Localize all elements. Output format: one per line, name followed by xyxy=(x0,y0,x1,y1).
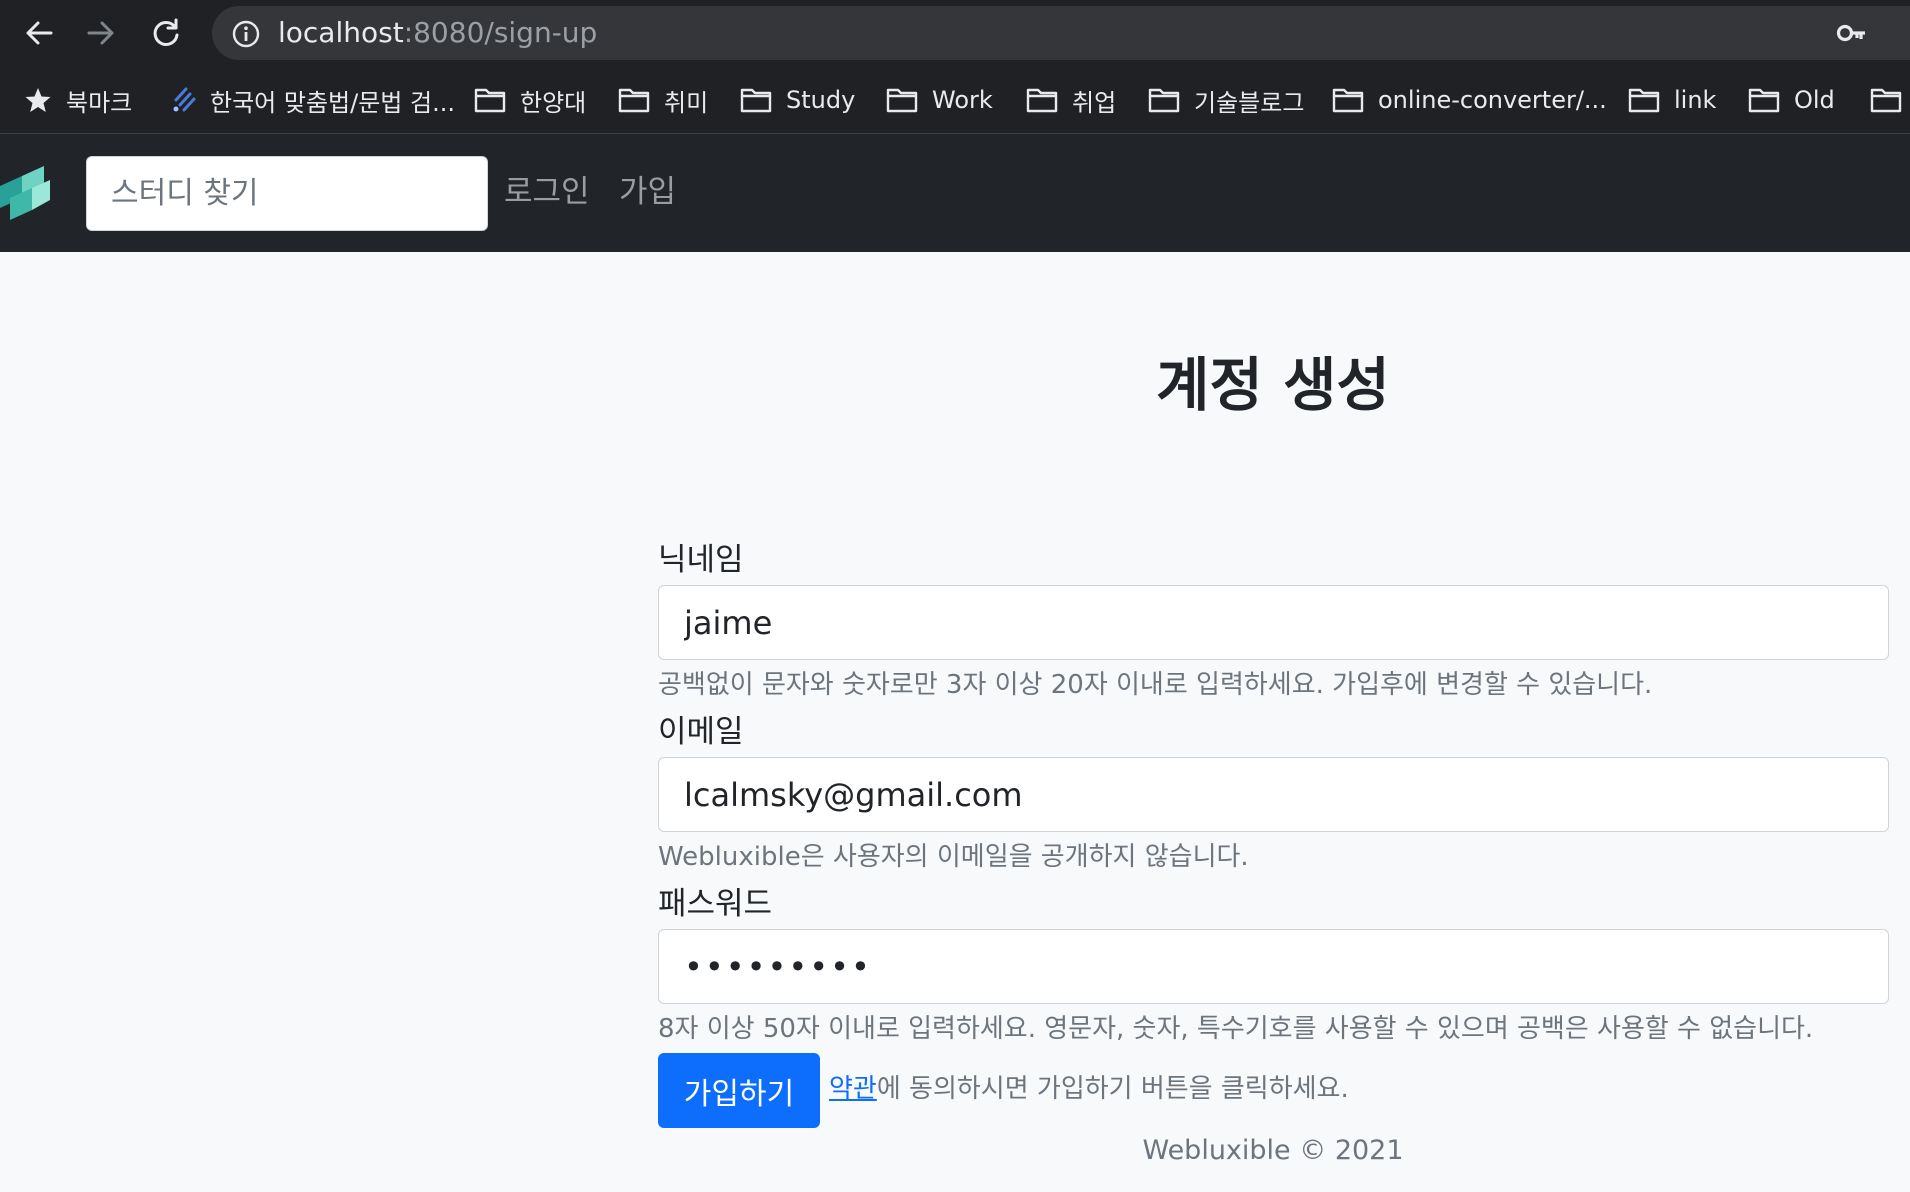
bookmark-folder[interactable]: 한양대 xyxy=(474,66,586,134)
reload-button[interactable] xyxy=(145,14,187,52)
folder-icon xyxy=(1748,87,1780,113)
password-label: 패스워드 xyxy=(658,886,773,922)
nickname-help: 공백없이 문자와 숫자로만 3자 이상 20자 이내로 입력하세요. 가입후에 … xyxy=(658,670,1653,700)
webluxible-logo-icon[interactable] xyxy=(0,164,52,224)
nickname-label: 닉네임 xyxy=(658,542,744,578)
back-button[interactable] xyxy=(18,14,60,52)
bookmark-folder[interactable]: Study xyxy=(740,66,855,134)
forward-button[interactable] xyxy=(80,14,122,52)
info-icon[interactable] xyxy=(232,20,260,48)
terms-notice: 약관에 동의하시면 가입하기 버튼을 클릭하세요. xyxy=(829,1072,1349,1106)
reload-icon xyxy=(153,18,179,46)
nickname-field[interactable] xyxy=(658,585,1889,660)
folder-icon xyxy=(886,87,918,113)
bookmark-folder[interactable]: online-converter/... xyxy=(1332,66,1607,134)
url-text[interactable]: localhost:8080/sign-up xyxy=(278,15,597,51)
password-field[interactable] xyxy=(658,929,1889,1004)
bookmark-item[interactable]: 북마크 xyxy=(24,66,132,134)
site-navbar: 로그인 가입 xyxy=(0,134,1910,252)
bookmarks-bar: 북마크 한국어 맞춤법/문법 검... 한양대 취미 Study Work 취업… xyxy=(0,66,1910,134)
bookmark-folder[interactable]: 취업 xyxy=(1026,66,1116,134)
bookmark-label: Study xyxy=(786,86,856,114)
bookmark-label: 북마크 xyxy=(66,88,133,117)
bookmark-label: Old xyxy=(1794,86,1835,114)
terms-text: 에 동의하시면 가입하기 버튼을 클릭하세요. xyxy=(876,1074,1349,1104)
email-help: Webluxible은 사용자의 이메일을 공개하지 않습니다. xyxy=(658,842,1249,872)
bookmark-label: 한양대 xyxy=(520,88,587,117)
bookmark-label: online-converter/... xyxy=(1378,86,1607,114)
bookmark-folder-overflow[interactable] xyxy=(1870,66,1910,134)
bookmark-item[interactable]: 한국어 맞춤법/문법 검... xyxy=(170,66,455,134)
email-label: 이메일 xyxy=(658,714,744,750)
bookmark-folder[interactable]: Old xyxy=(1748,66,1835,134)
footer-copyright: Webluxible © 2021 xyxy=(1142,1135,1404,1166)
bookmark-folder[interactable]: 기술블로그 xyxy=(1148,66,1304,134)
folder-icon xyxy=(1332,87,1364,113)
login-link[interactable]: 로그인 xyxy=(504,172,590,212)
arrow-left-icon xyxy=(26,21,53,45)
url-host: localhost xyxy=(278,16,404,49)
bookmark-folder[interactable]: link xyxy=(1628,66,1716,134)
bookmark-folder[interactable]: Work xyxy=(886,66,993,134)
browser-toolbar: localhost:8080/sign-up xyxy=(0,0,1910,66)
folder-icon xyxy=(1026,87,1058,113)
bookmark-label: 한국어 맞춤법/문법 검... xyxy=(210,88,455,117)
study-search-input[interactable] xyxy=(86,156,488,231)
url-path: :8080/sign-up xyxy=(403,16,598,49)
terms-link[interactable]: 약관 xyxy=(829,1074,877,1104)
signup-link[interactable]: 가입 xyxy=(619,172,676,212)
arrow-right-icon xyxy=(87,21,114,45)
page-title: 계정 생성 xyxy=(1156,351,1390,419)
password-help: 8자 이상 50자 이내로 입력하세요. 영문자, 숫자, 특수기호를 사용할 … xyxy=(658,1014,1814,1044)
bookmark-label: 취미 xyxy=(664,88,709,117)
folder-icon xyxy=(474,87,506,113)
key-icon[interactable] xyxy=(1836,20,1868,46)
folder-icon xyxy=(1628,87,1660,113)
star-icon xyxy=(24,86,52,114)
email-field[interactable] xyxy=(658,757,1889,832)
bookmark-label: Work xyxy=(932,86,993,114)
bookmark-folder[interactable]: 취미 xyxy=(618,66,708,134)
folder-icon xyxy=(618,87,650,113)
bookmark-label: 취업 xyxy=(1072,88,1117,117)
spellcheck-favicon-icon xyxy=(170,86,196,114)
bookmark-label: link xyxy=(1674,86,1717,114)
signup-submit-button[interactable]: 가입하기 xyxy=(658,1053,820,1128)
folder-icon xyxy=(1148,87,1180,113)
bookmark-label: 기술블로그 xyxy=(1194,88,1305,117)
folder-icon xyxy=(740,87,772,113)
folder-icon xyxy=(1870,87,1902,113)
